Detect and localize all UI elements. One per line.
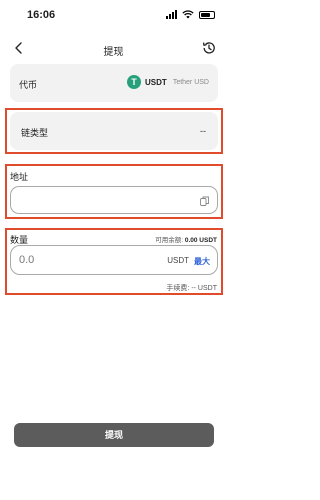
page-title: 提现 — [103, 47, 124, 58]
chain-type-value: -- — [200, 126, 206, 136]
tether-icon: T — [127, 75, 142, 89]
coin-selector[interactable]: 代币 T USDT Tether USD — [10, 64, 218, 102]
coin-symbol: USDT — [145, 77, 167, 87]
available-balance-label: 可用余额: — [155, 237, 184, 244]
available-balance: 可用余额: 0.00 USDT — [155, 234, 217, 244]
amount-placeholder: 0.0 — [19, 254, 35, 266]
withdraw-button[interactable]: 提现 — [14, 423, 214, 447]
available-balance-value: 0.00 USDT — [184, 237, 217, 244]
amount-unit: USDT — [167, 256, 189, 265]
address-input[interactable] — [10, 186, 218, 214]
fee-value: -- USDT — [191, 285, 217, 292]
signal-icon — [166, 10, 177, 19]
coin-value: T USDT Tether USD — [127, 75, 209, 89]
chain-type-label: 链类型 — [21, 128, 49, 138]
status-icons — [166, 10, 215, 19]
address-label: 地址 — [10, 172, 29, 182]
status-bar: 16:06 — [0, 0, 227, 26]
paste-icon[interactable] — [200, 196, 209, 206]
coin-name: Tether USD — [172, 78, 209, 86]
fee-label: 手续费: — [166, 285, 190, 292]
history-icon[interactable] — [201, 40, 217, 56]
wifi-icon — [182, 10, 194, 19]
max-button[interactable]: 最大 — [194, 256, 210, 267]
chain-type-selector[interactable]: 链类型 -- — [10, 112, 218, 150]
coin-label: 代币 — [19, 80, 38, 90]
fee-info: 手续费: -- USDT — [166, 283, 217, 293]
status-time: 16:06 — [27, 9, 56, 21]
amount-input[interactable]: 0.0 USDT 最大 — [10, 245, 218, 275]
nav-bar: 提现 — [0, 36, 227, 60]
battery-icon — [199, 10, 215, 19]
